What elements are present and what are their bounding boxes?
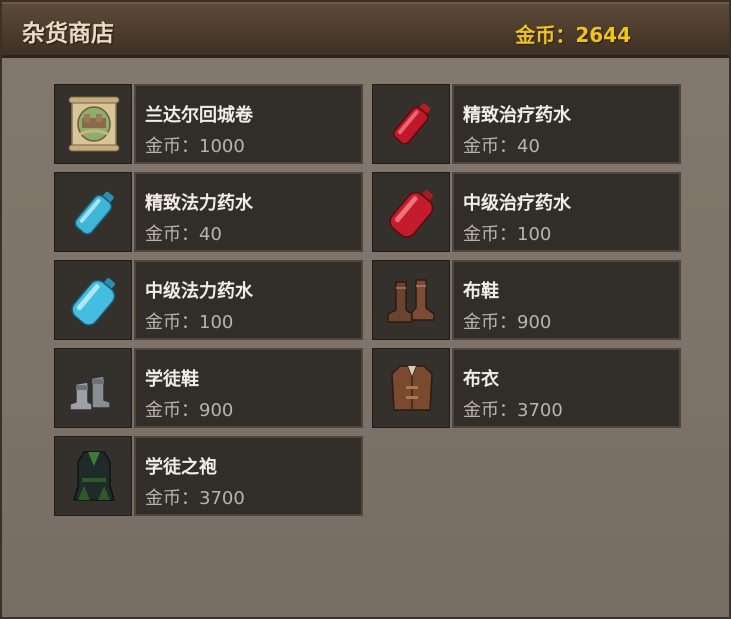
- price-label: 金币：: [463, 136, 517, 157]
- shop-item[interactable]: 学徒之袍 金币：3700: [54, 436, 364, 516]
- item-slot[interactable]: [54, 348, 132, 428]
- price-label: 金币：: [145, 224, 199, 245]
- item-price: 金币：3700: [463, 396, 563, 422]
- price-label: 金币：: [145, 312, 199, 333]
- price-value: 100: [199, 312, 234, 333]
- price-value: 40: [199, 224, 222, 245]
- item-price: 金币：100: [463, 220, 551, 246]
- item-name: 布鞋: [463, 281, 499, 302]
- item-name: 中级治疗药水: [463, 193, 571, 214]
- shop-item[interactable]: 中级治疗药水 金币：100: [372, 172, 682, 252]
- item-slot[interactable]: [54, 172, 132, 252]
- item-price: 金币：40: [145, 220, 222, 246]
- price-label: 金币：: [145, 400, 199, 421]
- red-potion-small-icon: [392, 103, 431, 145]
- shop-item[interactable]: 精致治疗药水 金币：40: [372, 84, 682, 164]
- item-info: 兰达尔回城卷 金币：1000: [134, 84, 363, 164]
- item-info: 中级法力药水 金币：100: [134, 260, 363, 340]
- price-label: 金币：: [145, 488, 199, 509]
- gold-display: 金币：2644: [515, 19, 631, 48]
- item-name: 布衣: [463, 369, 499, 390]
- price-label: 金币：: [145, 136, 199, 157]
- gold-label: 金币：: [515, 23, 576, 47]
- item-info: 布鞋 金币：900: [452, 260, 681, 340]
- item-name: 学徒鞋: [145, 369, 199, 390]
- price-label: 金币：: [463, 400, 517, 421]
- apprentice-robe-icon: [73, 451, 115, 501]
- price-value: 1000: [199, 136, 245, 157]
- blue-potion-medium-icon: [71, 278, 116, 326]
- price-value: 3700: [199, 488, 245, 509]
- price-label: 金币：: [463, 224, 517, 245]
- item-slot[interactable]: [54, 84, 132, 164]
- red-potion-medium-icon: [389, 190, 434, 238]
- scroll-icon: [68, 96, 120, 152]
- price-value: 900: [199, 400, 234, 421]
- item-name: 精致治疗药水: [463, 105, 571, 126]
- item-price: 金币：3700: [145, 484, 245, 510]
- item-name: 中级法力药水: [145, 281, 253, 302]
- shop-item[interactable]: 布衣 金币：3700: [372, 348, 682, 428]
- item-slot[interactable]: [372, 84, 450, 164]
- shop-header: 杂货商店 金币：2644: [2, 2, 729, 58]
- item-price: 金币：100: [145, 308, 233, 334]
- item-info: 学徒鞋 金币：900: [134, 348, 363, 428]
- item-slot[interactable]: [372, 172, 450, 252]
- item-name: 精致法力药水: [145, 193, 253, 214]
- price-label: 金币：: [463, 312, 517, 333]
- cloth-vest-icon: [391, 365, 433, 411]
- price-value: 3700: [517, 400, 563, 421]
- item-name: 兰达尔回城卷: [145, 105, 253, 126]
- price-value: 900: [517, 312, 552, 333]
- item-info: 中级治疗药水 金币：100: [452, 172, 681, 252]
- item-price: 金币：40: [463, 132, 540, 158]
- shop-title: 杂货商店: [22, 21, 114, 47]
- item-slot[interactable]: [372, 260, 450, 340]
- apprentice-boots-icon: [69, 375, 111, 411]
- price-value: 100: [517, 224, 552, 245]
- shop-item[interactable]: 兰达尔回城卷 金币：1000: [54, 84, 364, 164]
- price-value: 40: [517, 136, 540, 157]
- item-slot[interactable]: [54, 436, 132, 516]
- item-price: 金币：900: [145, 396, 233, 422]
- shop-item[interactable]: 布鞋 金币：900: [372, 260, 682, 340]
- shop-item[interactable]: 精致法力药水 金币：40: [54, 172, 364, 252]
- shop-item[interactable]: 中级法力药水 金币：100: [54, 260, 364, 340]
- item-slot[interactable]: [54, 260, 132, 340]
- item-name: 学徒之袍: [145, 457, 217, 478]
- item-info: 布衣 金币：3700: [452, 348, 681, 428]
- item-info: 学徒之袍 金币：3700: [134, 436, 363, 516]
- item-slot[interactable]: [372, 348, 450, 428]
- cloth-boots-icon: [387, 279, 435, 323]
- shop-item[interactable]: 学徒鞋 金币：900: [54, 348, 364, 428]
- blue-potion-small-icon: [74, 191, 114, 235]
- item-price: 金币：1000: [145, 132, 245, 158]
- gold-amount: 2644: [575, 23, 631, 47]
- item-info: 精致法力药水 金币：40: [134, 172, 363, 252]
- item-price: 金币：900: [463, 308, 551, 334]
- shop-window: 杂货商店 金币：2644 兰达尔回城卷 金币：1000 精致治疗药水 金币：40…: [0, 0, 731, 619]
- item-info: 精致治疗药水 金币：40: [452, 84, 681, 164]
